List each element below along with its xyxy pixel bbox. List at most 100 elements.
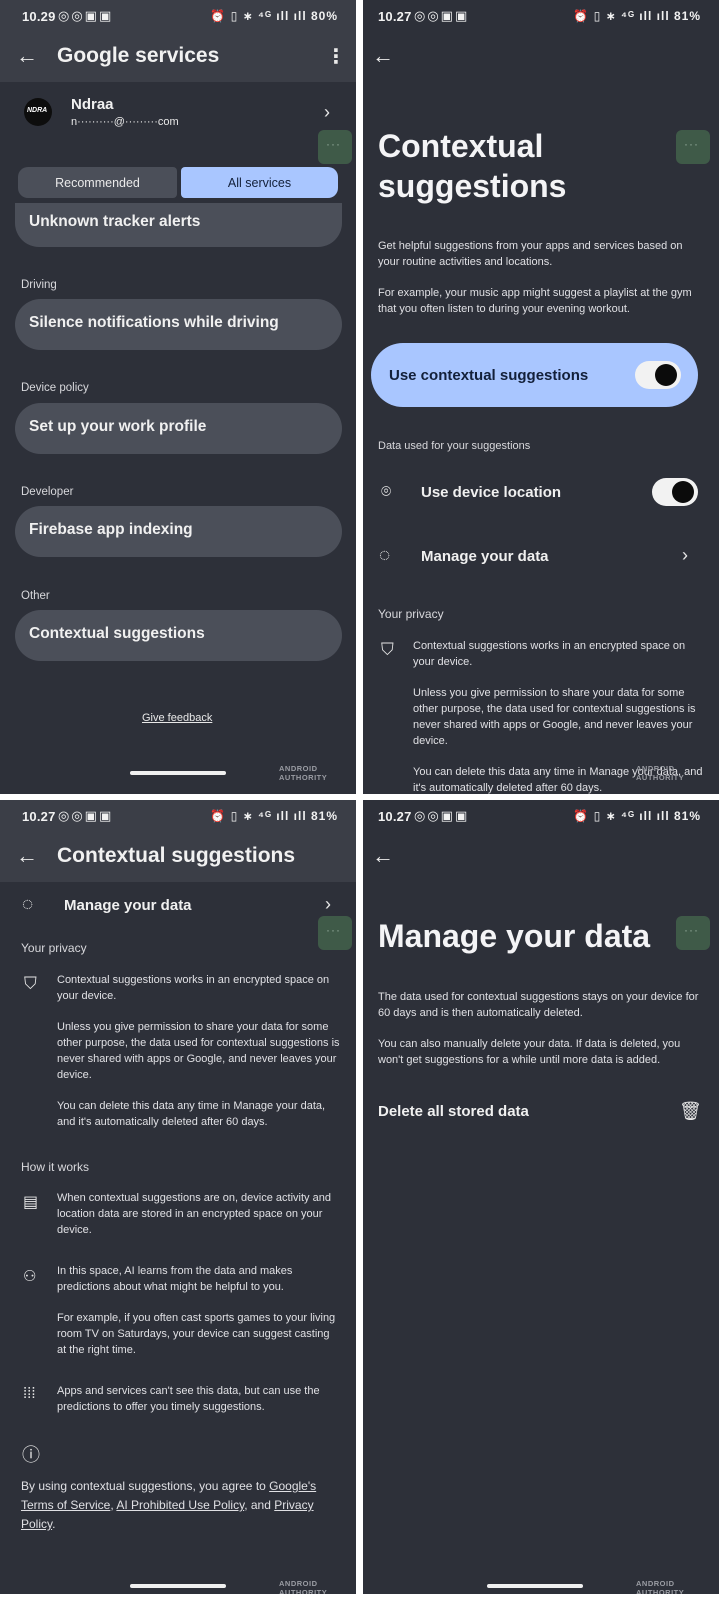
tab-label: Recommended [55, 176, 140, 190]
give-feedback-link[interactable]: Give feedback [142, 712, 212, 724]
privacy-text-1: Contextual suggestions works in an encry… [57, 974, 330, 1002]
account-name: Ndraa [71, 96, 114, 113]
manage-data-label: Manage your data [421, 548, 549, 565]
description-text-1: The data used for contextual suggestions… [378, 991, 699, 1019]
google-services-screen: 10.29 ◎◎▣▣ ⏰ ▯ ∗ ⁴ᴳ ıll ıll 80% ← Google… [0, 0, 356, 794]
trash-icon[interactable]: 🗑 [679, 1101, 702, 1122]
section-label-driving: Driving [21, 279, 57, 291]
description-text: Get helpful suggestions from your apps a… [378, 240, 683, 268]
floating-overlay-icon[interactable]: ··· [318, 916, 352, 950]
contextual-suggestions-switch[interactable] [635, 361, 681, 389]
back-arrow-icon[interactable]: ← [372, 843, 394, 869]
floating-overlay-icon[interactable]: ··· [676, 916, 710, 950]
how-text-2: In this space, AI learns from the data a… [57, 1265, 293, 1293]
service-item-contextual-suggestions[interactable]: Contextual suggestions [15, 610, 342, 661]
system-status-icons: ⏰ ▯ ∗ ⁴ᴳ ıll ıll 81% [573, 9, 701, 23]
apps-grid-icon: ⁞⁞⁞ [23, 1385, 36, 1402]
delete-all-data-label: Delete all stored data [378, 1103, 529, 1120]
service-item-silence-driving[interactable]: Silence notifications while driving [15, 299, 342, 350]
shield-icon: ⛉ [381, 640, 394, 659]
watermark: ANDROID AUTHORITY [636, 1579, 685, 1594]
data-circle-icon: ◌ [379, 545, 391, 566]
data-circle-icon: ◌ [22, 894, 34, 915]
notification-icons: ◎◎▣▣ [414, 8, 470, 23]
privacy-text-3: You can delete this data any time in Man… [57, 1100, 326, 1128]
shield-icon: ⛉ [24, 974, 37, 993]
delete-all-data-row[interactable]: Delete all stored data 🗑 [363, 1092, 719, 1132]
overflow-menu-icon[interactable]: ⋮ [326, 44, 346, 69]
manage-your-data-screen: 10.27 ◎◎▣▣ ⏰ ▯ ∗ ⁴ᴳ ıll ıll 81% ← ··· Ma… [363, 800, 719, 1594]
back-arrow-icon[interactable]: ← [16, 843, 38, 869]
contextual-suggestions-screen: 10.27 ◎◎▣▣ ⏰ ▯ ∗ ⁴ᴳ ıll ıll 81% ← ··· Co… [363, 0, 719, 794]
main-toggle-row[interactable]: Use contextual suggestions [371, 343, 698, 407]
main-toggle-label: Use contextual suggestions [389, 367, 589, 384]
service-label: Set up your work profile [29, 418, 207, 435]
section-label-data: Data used for your suggestions [378, 440, 531, 452]
how-text-3: For example, if you often cast sports ga… [57, 1312, 336, 1356]
section-label-privacy: Your privacy [378, 607, 444, 621]
service-item-firebase[interactable]: Firebase app indexing [15, 506, 342, 557]
description-text-2: You can also manually delete your data. … [378, 1038, 681, 1066]
service-label: Silence notifications while driving [29, 314, 279, 331]
avatar: NDRA [24, 98, 52, 126]
device-location-label: Use device location [421, 484, 562, 501]
terms-prefix: By using contextual suggestions, you agr… [21, 1479, 270, 1493]
device-location-row[interactable]: ⌾ Use device location [363, 470, 719, 514]
manage-data-row[interactable]: ◌ Manage your data › [363, 535, 719, 579]
terms-separator: , and [244, 1498, 275, 1512]
chevron-right-icon: › [324, 102, 330, 122]
person-add-icon: ⚇ [23, 1268, 37, 1285]
system-status-icons: ⏰ ▯ ∗ ⁴ᴳ ıll ıll 81% [210, 809, 338, 823]
terms-text: By using contextual suggestions, you agr… [21, 1477, 339, 1534]
privacy-text-1: Contextual suggestions works in an encry… [413, 640, 686, 668]
status-time: 10.27 [22, 809, 56, 824]
how-text-1: When contextual suggestions are on, devi… [57, 1192, 331, 1236]
page-title: Manage your data [378, 918, 651, 954]
info-icon: ⓘ [22, 1445, 40, 1465]
page-title-line2: suggestions [378, 168, 567, 204]
device-location-switch[interactable] [652, 478, 698, 506]
contextual-suggestions-scrolled-screen: 10.27 ◎◎▣▣ ⏰ ▯ ∗ ⁴ᴳ ıll ıll 81% ← Contex… [0, 800, 356, 1594]
section-label-other: Other [21, 590, 50, 602]
service-item-work-profile[interactable]: Set up your work profile [15, 403, 342, 454]
storage-list-icon: ▤ [23, 1194, 39, 1211]
tab-recommended[interactable]: Recommended [18, 167, 177, 198]
back-arrow-icon[interactable]: ← [372, 43, 394, 69]
system-status-icons: ⏰ ▯ ∗ ⁴ᴳ ıll ıll 80% [210, 9, 338, 23]
status-bar: 10.29 ◎◎▣▣ ⏰ ▯ ∗ ⁴ᴳ ıll ıll 80% [0, 0, 356, 34]
page-title: Google services [57, 44, 220, 67]
example-text: For example, your music app might sugges… [378, 287, 692, 315]
service-label: Contextual suggestions [29, 625, 205, 642]
status-time: 10.27 [378, 9, 412, 24]
chevron-right-icon: › [325, 894, 331, 914]
section-label-device-policy: Device policy [21, 382, 89, 394]
service-item-unknown-tracker[interactable]: Unknown tracker alerts [15, 203, 342, 247]
gesture-nav-bar[interactable] [487, 1584, 583, 1588]
terms-suffix: . [52, 1517, 56, 1531]
privacy-text-2: Unless you give permission to share your… [413, 687, 696, 747]
location-pin-icon: ⌾ [381, 482, 392, 501]
manage-data-row[interactable]: ◌ Manage your data › [0, 886, 356, 930]
service-label: Firebase app indexing [29, 521, 193, 538]
gesture-nav-bar[interactable] [130, 771, 226, 775]
watermark: ANDROID AUTHORITY [279, 1579, 328, 1594]
floating-overlay-icon[interactable]: ··· [318, 130, 352, 164]
how-text-4: Apps and services can't see this data, b… [57, 1385, 320, 1413]
section-label-developer: Developer [21, 486, 74, 498]
gesture-nav-bar[interactable] [130, 1584, 226, 1588]
account-row[interactable]: NDRA Ndraa n··········@·········com › [0, 86, 356, 146]
section-label-privacy: Your privacy [21, 941, 87, 955]
back-arrow-icon[interactable]: ← [16, 43, 38, 69]
privacy-text-2: Unless you give permission to share your… [57, 1021, 340, 1081]
page-title: Contextual suggestions [57, 844, 296, 867]
system-status-icons: ⏰ ▯ ∗ ⁴ᴳ ıll ıll 81% [573, 809, 701, 823]
status-bar: 10.27 ◎◎▣▣ ⏰ ▯ ∗ ⁴ᴳ ıll ıll 81% [363, 0, 719, 34]
section-label-how-it-works: How it works [21, 1160, 90, 1174]
tab-all-services[interactable]: All services [181, 167, 338, 198]
ai-policy-link[interactable]: AI Prohibited Use Policy [116, 1498, 244, 1512]
status-time: 10.27 [378, 809, 412, 824]
notification-icons: ◎◎▣▣ [58, 808, 114, 823]
page-title-line1: Contextual [378, 128, 544, 164]
status-bar: 10.27 ◎◎▣▣ ⏰ ▯ ∗ ⁴ᴳ ıll ıll 81% [363, 800, 719, 834]
floating-overlay-icon[interactable]: ··· [676, 130, 710, 164]
